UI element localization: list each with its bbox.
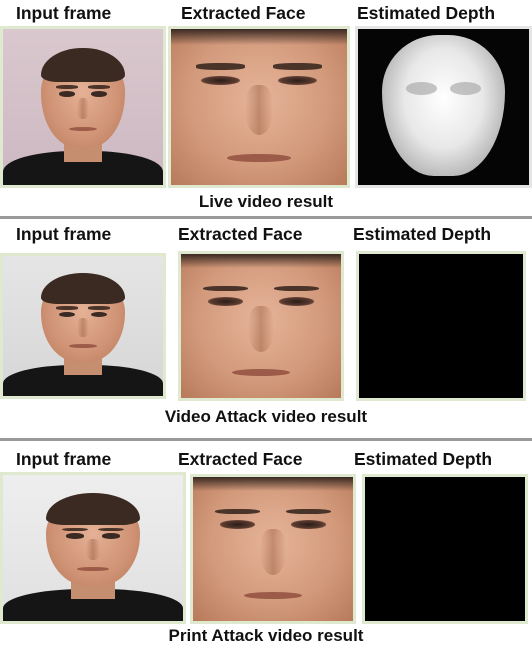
panel-caption: Print Attack video result bbox=[168, 626, 364, 645]
panel-divider bbox=[0, 216, 532, 219]
panel-print-attack: Input frame Extracted Face Estimated Dep… bbox=[0, 446, 532, 652]
panel-caption: Live video result bbox=[198, 192, 334, 211]
estimated-depth-image bbox=[362, 474, 528, 624]
extracted-face-image bbox=[178, 251, 344, 401]
input-frame-image bbox=[0, 253, 166, 399]
header-estimated-depth: Estimated Depth bbox=[354, 449, 493, 469]
header-input-frame: Input frame bbox=[16, 449, 112, 469]
header-input-frame: Input frame bbox=[16, 224, 112, 244]
header-estimated-depth: Estimated Depth bbox=[353, 224, 492, 244]
extracted-face-image bbox=[190, 474, 356, 624]
header-extracted-face: Extracted Face bbox=[178, 449, 303, 469]
panel-video-attack: Input frame Extracted Face Estimated Dep… bbox=[0, 221, 532, 435]
header-extracted-face: Extracted Face bbox=[178, 224, 303, 244]
panel-divider bbox=[0, 438, 532, 441]
estimated-depth-image bbox=[356, 251, 526, 401]
extracted-face-image bbox=[168, 26, 350, 188]
input-frame-image bbox=[0, 472, 186, 624]
header-estimated-depth: Estimated Depth bbox=[357, 3, 496, 23]
header-extracted-face: Extracted Face bbox=[181, 3, 306, 23]
input-frame-image bbox=[0, 26, 166, 188]
panel-caption: Video Attack video result bbox=[164, 407, 368, 426]
header-input-frame: Input frame bbox=[16, 3, 112, 23]
panel-live: Input frame Extracted Face Estimated Dep… bbox=[0, 0, 532, 216]
estimated-depth-image bbox=[355, 26, 532, 188]
